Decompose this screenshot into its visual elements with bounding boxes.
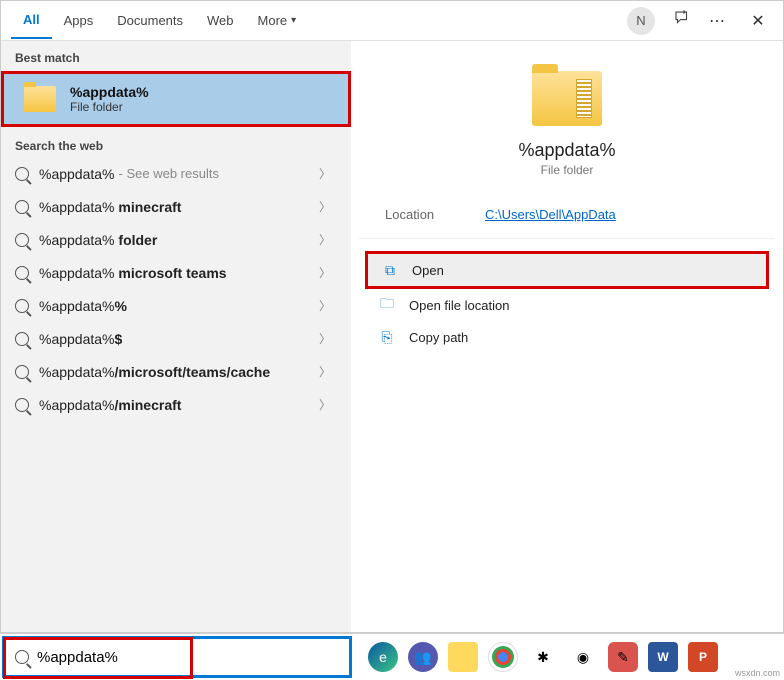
search-input[interactable] bbox=[37, 649, 349, 666]
more-options-icon[interactable]: ⋯ bbox=[709, 11, 725, 31]
chevron-right-icon: 〉 bbox=[319, 264, 337, 281]
tab-web[interactable]: Web bbox=[195, 3, 246, 38]
taskbar-tray: e 👥 ✱ ◉ ✎ W P bbox=[354, 642, 718, 672]
web-result-0[interactable]: %appdata% - See web results〉 bbox=[1, 157, 351, 190]
tab-all[interactable]: All bbox=[11, 2, 52, 39]
action-copy-path[interactable]: ⎘ Copy path bbox=[365, 321, 769, 353]
action-open-file-location[interactable]: 🗀 Open file location bbox=[365, 289, 769, 321]
web-result-6[interactable]: %appdata%/microsoft/teams/cache〉 bbox=[1, 355, 351, 388]
tabs-bar: All Apps Documents Web More▾ N ⋯ ✕ bbox=[1, 1, 783, 41]
close-button[interactable]: ✕ bbox=[743, 11, 773, 31]
best-match-title: %appdata% bbox=[70, 84, 149, 100]
tab-apps[interactable]: Apps bbox=[52, 3, 106, 38]
web-result-7[interactable]: %appdata%/minecraft〉 bbox=[1, 388, 351, 421]
folder-icon bbox=[24, 86, 56, 112]
folder-open-icon: 🗀 bbox=[379, 297, 395, 313]
preview-title: %appdata% bbox=[351, 140, 783, 161]
web-result-2[interactable]: %appdata% folder〉 bbox=[1, 223, 351, 256]
search-window: All Apps Documents Web More▾ N ⋯ ✕ Best … bbox=[0, 0, 784, 633]
watermark: wsxdn.com bbox=[735, 668, 780, 678]
web-result-4[interactable]: %appdata%%〉 bbox=[1, 289, 351, 322]
file-explorer-icon[interactable] bbox=[448, 642, 478, 672]
search-icon bbox=[15, 332, 29, 346]
search-icon bbox=[15, 650, 29, 664]
search-icon bbox=[15, 200, 29, 214]
chevron-right-icon: 〉 bbox=[319, 297, 337, 314]
preview-subtitle: File folder bbox=[351, 163, 783, 177]
folder-icon-large bbox=[532, 71, 602, 126]
search-icon bbox=[15, 266, 29, 280]
teams-icon[interactable]: 👥 bbox=[408, 642, 438, 672]
chrome-canary-icon[interactable]: ◉ bbox=[568, 642, 598, 672]
web-result-1[interactable]: %appdata% minecraft〉 bbox=[1, 190, 351, 223]
best-match-subtitle: File folder bbox=[70, 100, 149, 114]
edge-icon[interactable]: e bbox=[368, 642, 398, 672]
chevron-right-icon: 〉 bbox=[319, 363, 337, 380]
tab-documents[interactable]: Documents bbox=[105, 3, 195, 38]
best-match-heading: Best match bbox=[1, 41, 351, 69]
results-pane: Best match %appdata% File folder Search … bbox=[1, 41, 351, 632]
taskbar-search[interactable] bbox=[2, 636, 352, 678]
web-result-5[interactable]: %appdata%$〉 bbox=[1, 322, 351, 355]
user-avatar[interactable]: N bbox=[627, 7, 655, 35]
search-icon bbox=[15, 167, 29, 181]
chevron-right-icon: 〉 bbox=[319, 330, 337, 347]
search-icon bbox=[15, 299, 29, 313]
location-link[interactable]: C:\Users\Dell\AppData bbox=[485, 207, 616, 222]
slack-icon[interactable]: ✱ bbox=[528, 642, 558, 672]
tab-more[interactable]: More▾ bbox=[246, 3, 309, 38]
title-actions: N ⋯ ✕ bbox=[627, 7, 773, 35]
web-result-3[interactable]: %appdata% microsoft teams〉 bbox=[1, 256, 351, 289]
chevron-right-icon: 〉 bbox=[319, 198, 337, 215]
best-match-result[interactable]: %appdata% File folder bbox=[1, 71, 351, 127]
search-icon bbox=[15, 233, 29, 247]
action-open[interactable]: ⧉ Open bbox=[365, 251, 769, 289]
location-row: Location C:\Users\Dell\AppData bbox=[359, 177, 775, 239]
chevron-right-icon: 〉 bbox=[319, 165, 337, 182]
location-label: Location bbox=[385, 207, 485, 222]
taskbar: e 👥 ✱ ◉ ✎ W P wsxdn.com bbox=[0, 633, 784, 680]
copy-icon: ⎘ bbox=[379, 329, 395, 345]
chevron-down-icon: ▾ bbox=[291, 15, 296, 26]
chevron-right-icon: 〉 bbox=[319, 396, 337, 413]
search-icon bbox=[15, 398, 29, 412]
feedback-icon[interactable] bbox=[673, 9, 691, 32]
search-web-heading: Search the web bbox=[1, 129, 351, 157]
search-icon bbox=[15, 365, 29, 379]
preview-pane: %appdata% File folder Location C:\Users\… bbox=[351, 41, 783, 632]
word-icon[interactable]: W bbox=[648, 642, 678, 672]
powerpoint-icon[interactable]: P bbox=[688, 642, 718, 672]
chrome-icon[interactable] bbox=[488, 642, 518, 672]
open-icon: ⧉ bbox=[382, 262, 398, 278]
snagit-icon[interactable]: ✎ bbox=[608, 642, 638, 672]
chevron-right-icon: 〉 bbox=[319, 231, 337, 248]
